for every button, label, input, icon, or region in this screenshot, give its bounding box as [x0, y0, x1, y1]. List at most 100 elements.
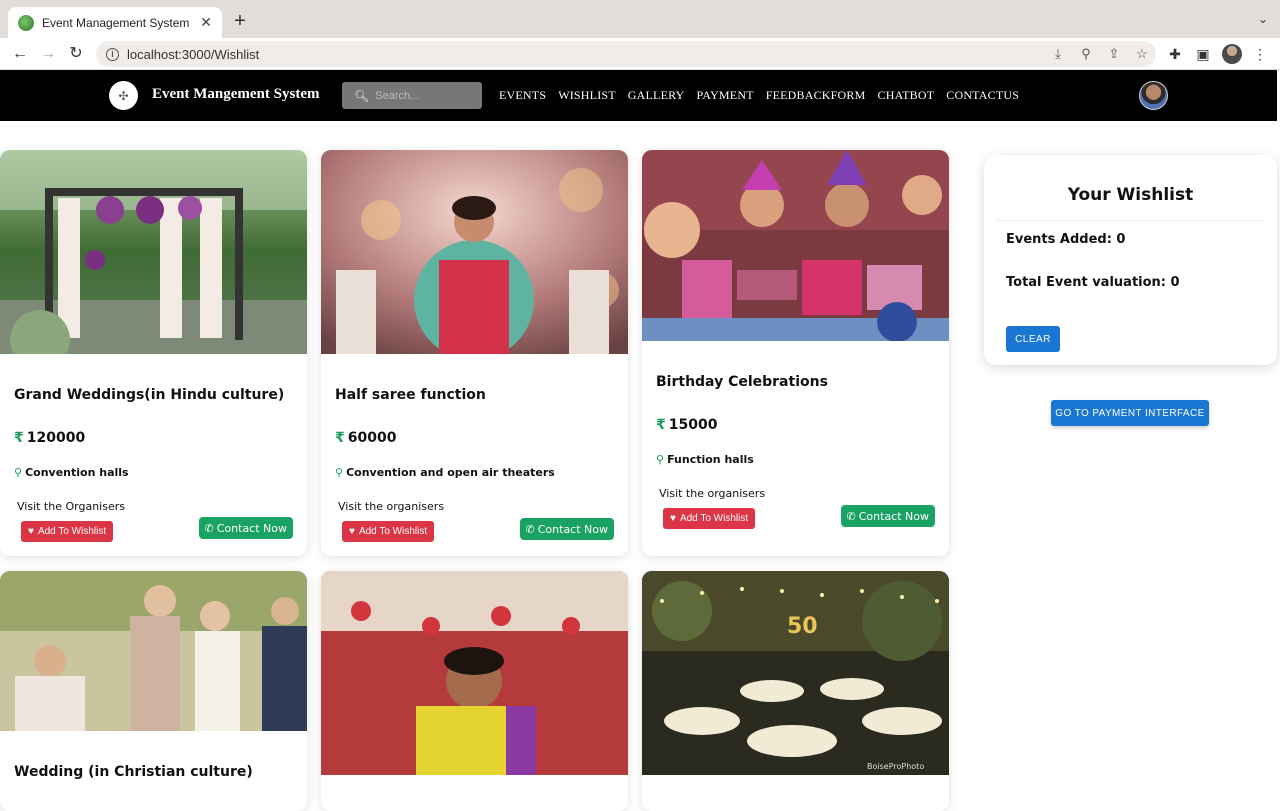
browser-tab[interactable]: Event Management System ✕: [8, 7, 222, 38]
event-title: Birthday Celebrations: [656, 374, 828, 390]
user-avatar[interactable]: [1139, 81, 1168, 110]
event-title: Wedding (in Christian culture): [14, 764, 253, 780]
birthday-party-photo: [642, 150, 949, 342]
visit-organisers-link[interactable]: Visit the organisers: [659, 487, 765, 500]
dhoti-function-photo: [321, 571, 628, 775]
zoom-icon[interactable]: ⚲: [1072, 46, 1100, 62]
site-info-icon[interactable]: i: [106, 47, 119, 61]
browser-toolbar: ← → ↻ i localhost:3000/Wishlist ⤓ ⚲ ⇪ ☆ …: [0, 38, 1280, 70]
wedding-mandap-photo: [0, 150, 307, 370]
visit-organisers-link[interactable]: Visit the Organisers: [17, 500, 125, 513]
install-icon[interactable]: ⤓: [1044, 46, 1072, 62]
nav-link-wishlist[interactable]: WISHLIST: [558, 88, 616, 103]
rupee-icon: ₹: [656, 417, 666, 433]
heart-icon: ♥: [349, 526, 355, 537]
contact-button-label: Contact Now: [216, 521, 287, 535]
reload-icon[interactable]: ↻: [66, 44, 86, 64]
contact-button-label: Contact Now: [858, 509, 929, 523]
browser-profile-avatar[interactable]: [1222, 44, 1242, 64]
wishlist-panel: Your Wishlist Events Added: 0 Total Even…: [984, 155, 1277, 365]
contact-now-button[interactable]: ✆ Contact Now: [840, 505, 935, 527]
anniversary-number: 50: [787, 614, 818, 639]
nav-link-chatbot[interactable]: CHATBOT: [878, 88, 935, 103]
add-to-wishlist-button[interactable]: ♥ Add To Wishlist: [21, 521, 114, 542]
add-to-wishlist-button[interactable]: ♥ Add To Wishlist: [342, 521, 435, 542]
event-card: Wedding (in Christian culture): [0, 571, 307, 811]
search-icon: 🔍︎: [354, 88, 370, 103]
new-tab-icon[interactable]: +: [230, 10, 250, 32]
event-card: 50 BoiseProPhoto: [642, 571, 949, 811]
event-title: Grand Weddings(in Hindu culture): [14, 387, 285, 403]
add-to-wishlist-button[interactable]: ♥ Add To Wishlist: [663, 508, 756, 529]
close-tab-icon[interactable]: ✕: [198, 14, 214, 31]
wishlist-button-label: Add To Wishlist: [37, 526, 107, 537]
event-price: ₹15000: [656, 417, 717, 433]
whatsapp-icon: ✆: [204, 521, 214, 535]
app-navbar: ✣ Event Mangement System 🔍︎ EVENTS WISHL…: [0, 70, 1277, 121]
heart-icon: ♥: [670, 513, 676, 524]
event-card: Grand Weddings(in Hindu culture) ₹120000…: [0, 150, 307, 556]
side-panel-icon[interactable]: ▣: [1193, 44, 1213, 64]
event-venue: ⚲ Function halls: [656, 453, 754, 466]
browser-menu-icon[interactable]: ⋮: [1250, 44, 1270, 64]
location-pin-icon: ⚲: [656, 453, 665, 466]
logo-icon[interactable]: ✣: [109, 81, 138, 110]
forward-icon[interactable]: →: [38, 44, 58, 64]
events-added-count: Events Added: 0: [1006, 232, 1126, 247]
anniversary-dinner-photo: 50 BoiseProPhoto: [642, 571, 949, 775]
total-valuation: Total Event valuation: 0: [1006, 275, 1180, 290]
heart-icon: ♥: [28, 526, 34, 537]
event-price: ₹60000: [335, 430, 396, 446]
rupee-icon: ₹: [14, 430, 24, 446]
event-card: Half saree function ₹60000 ⚲ Convention a…: [321, 150, 628, 556]
price-value: 60000: [347, 430, 397, 446]
nav-link-contactus[interactable]: CONTACTUS: [946, 88, 1019, 103]
nav-link-payment[interactable]: PAYMENT: [697, 88, 754, 103]
event-price: ₹120000: [14, 430, 85, 446]
half-saree-photo: [321, 150, 628, 360]
contact-now-button[interactable]: ✆ Contact Now: [198, 517, 293, 539]
venue-text: Convention and open air theaters: [346, 466, 555, 479]
rupee-icon: ₹: [335, 430, 345, 446]
site-favicon-icon: [18, 14, 34, 31]
venue-text: Function halls: [667, 453, 754, 466]
nav-link-gallery[interactable]: GALLERY: [628, 88, 685, 103]
go-to-payment-button[interactable]: GO TO PAYMENT INTERFACE: [1051, 400, 1209, 426]
price-value: 15000: [668, 417, 718, 433]
divider: [996, 220, 1265, 221]
event-card: [321, 571, 628, 811]
tab-title: Event Management System: [42, 15, 190, 30]
wishlist-button-label: Add To Wishlist: [679, 513, 749, 524]
back-icon[interactable]: ←: [10, 44, 30, 64]
visit-organisers-link[interactable]: Visit the organisers: [338, 500, 444, 513]
contact-button-label: Contact Now: [537, 522, 608, 536]
location-pin-icon: ⚲: [335, 466, 344, 479]
wishlist-button-label: Add To Wishlist: [358, 526, 428, 537]
nav-link-feedbackform[interactable]: FEEDBACKFORM: [766, 88, 866, 103]
brand-title[interactable]: Event Mangement System: [152, 86, 319, 103]
wishlist-title: Your Wishlist: [1067, 185, 1194, 205]
event-venue: ⚲ Convention halls: [14, 466, 129, 479]
photo-watermark: BoiseProPhoto: [867, 762, 924, 771]
event-title: Half saree function: [335, 387, 486, 403]
clear-button[interactable]: CLEAR: [1006, 326, 1060, 352]
event-card: Birthday Celebrations ₹15000 ⚲ Function h…: [642, 150, 949, 556]
event-venue: ⚲ Convention and open air theaters: [335, 466, 555, 479]
nav-links: EVENTS WISHLIST GALLERY PAYMENT FEEDBACK…: [499, 88, 1019, 103]
search-input[interactable]: [375, 89, 476, 102]
tab-search-chevron-icon[interactable]: ⌄: [1258, 12, 1268, 26]
nav-link-events[interactable]: EVENTS: [499, 88, 546, 103]
contact-now-button[interactable]: ✆ Contact Now: [519, 518, 614, 540]
address-bar[interactable]: i localhost:3000/Wishlist ⤓ ⚲ ⇪ ☆: [96, 41, 1156, 67]
bookmark-star-icon[interactable]: ☆: [1128, 46, 1156, 62]
search-box[interactable]: 🔍︎: [342, 82, 482, 109]
location-pin-icon: ⚲: [14, 466, 23, 479]
whatsapp-icon: ✆: [525, 522, 535, 536]
christian-wedding-photo: [0, 571, 307, 731]
url-text[interactable]: localhost:3000/Wishlist: [127, 47, 1044, 62]
browser-tab-bar: Event Management System ✕ + ⌄: [0, 0, 1280, 38]
extensions-icon[interactable]: ✚: [1165, 44, 1185, 64]
whatsapp-icon: ✆: [846, 509, 856, 523]
venue-text: Convention halls: [25, 466, 129, 479]
share-icon[interactable]: ⇪: [1100, 46, 1128, 62]
